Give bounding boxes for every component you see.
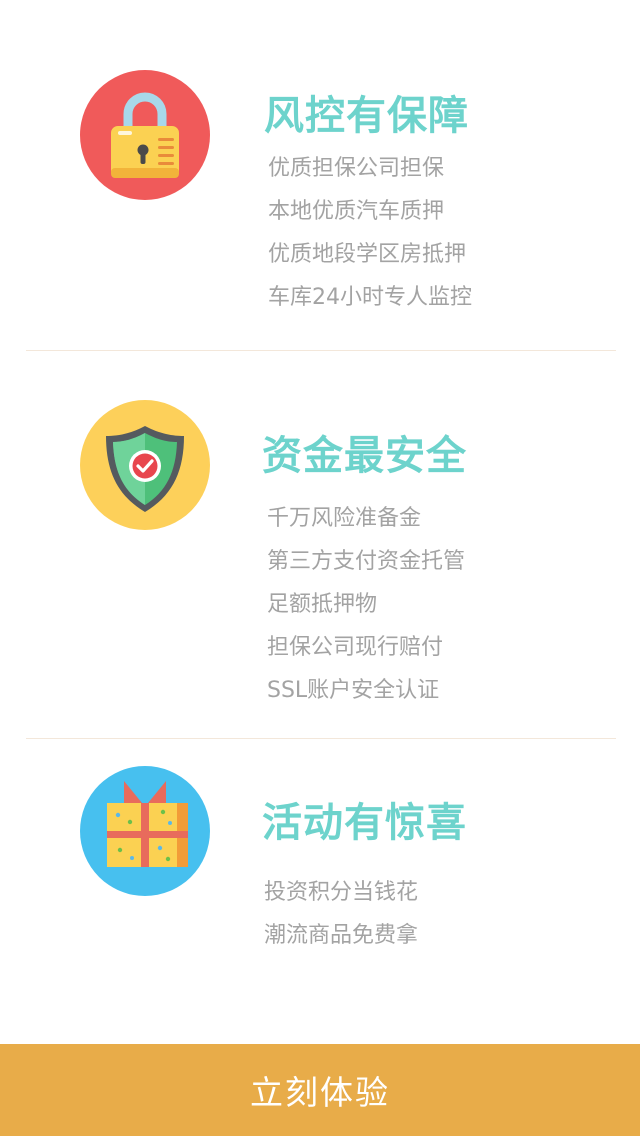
try-now-button[interactable]: 立刻体验 (0, 1044, 640, 1136)
feature-list: 优质担保公司担保 本地优质汽车质押 优质地段学区房抵押 车库24小时专人监控 (268, 147, 472, 319)
divider (26, 350, 616, 351)
list-item: 第三方支付资金托管 (267, 549, 466, 574)
list-item: 优质地段学区房抵押 (268, 242, 467, 267)
padlock-icon (111, 92, 179, 178)
gift-box-icon (107, 781, 188, 867)
list-item: 车库24小时专人监控 (268, 285, 472, 310)
list-item: 千万风险准备金 (267, 506, 422, 531)
promotions-icon-circle (80, 766, 210, 896)
list-item: 潮流商品免费拿 (264, 923, 419, 948)
fund-safety-icon-circle (80, 400, 210, 530)
list-item: 担保公司现行赔付 (267, 635, 444, 660)
feature-list: 千万风险准备金 第三方支付资金托管 足额抵押物 担保公司现行赔付 SSL账户安全… (267, 497, 465, 712)
shield-check-icon (106, 426, 184, 512)
list-item: 足额抵押物 (267, 592, 378, 617)
divider (26, 738, 616, 739)
list-item: SSL账户安全认证 (267, 678, 440, 703)
list-item: 优质担保公司担保 (268, 156, 445, 181)
section-title: 资金最安全 (262, 433, 467, 479)
section-title: 活动有惊喜 (262, 800, 467, 846)
list-item: 投资积分当钱花 (264, 880, 419, 905)
risk-control-icon-circle (80, 70, 210, 200)
list-item: 本地优质汽车质押 (268, 199, 445, 224)
feature-list: 投资积分当钱花 潮流商品免费拿 (264, 871, 418, 957)
section-title: 风控有保障 (264, 93, 469, 139)
